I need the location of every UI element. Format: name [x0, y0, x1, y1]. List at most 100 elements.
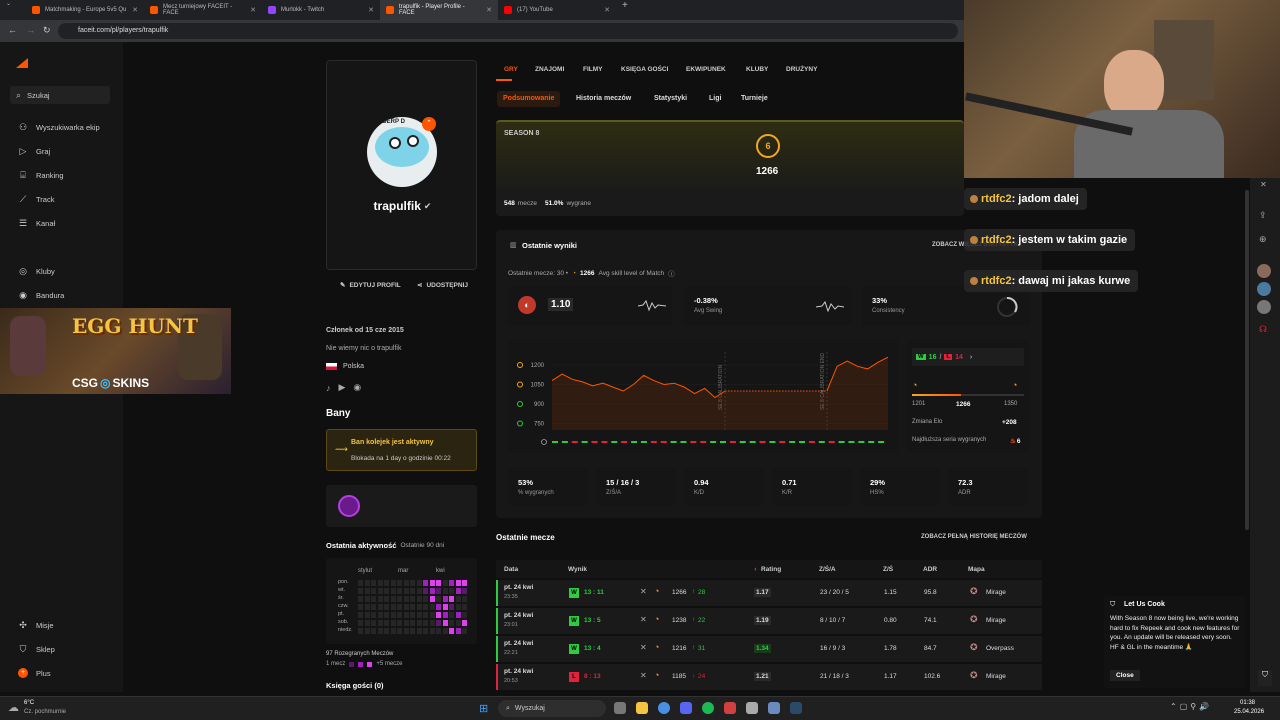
reload-icon[interactable]: ↻ — [43, 25, 51, 36]
chat-badge-icon — [970, 277, 978, 285]
forward-icon[interactable]: → — [26, 25, 35, 35]
taskbar-search[interactable]: ⌕ Wyszukaj — [498, 700, 606, 717]
edit-profile-button[interactable]: ✎ EDYTUJ PROFIL — [340, 281, 401, 290]
result-mark — [631, 441, 638, 443]
panel-add-icon[interactable]: ⊕ — [1259, 234, 1267, 245]
wins-losses-toggle[interactable]: W 16/ L 14 › — [912, 348, 1024, 366]
table-row[interactable]: pt. 24 kwi 23:01 W 13 : 5 ✕ ◔ 1238 ↑ 22 1.19 8 / 1… — [496, 608, 1042, 634]
browser-tab-active[interactable]: trapulfik - Player Profile - FACE ✕ — [380, 0, 498, 20]
sidebar-item-clubs[interactable]: ◎ Kluby — [18, 266, 55, 276]
tab-znajomi[interactable]: ZNAJOMI — [535, 66, 564, 73]
back-icon[interactable]: ← — [8, 25, 17, 35]
sidebar-item-team-finder[interactable]: ⚇ Wyszukiwarka ekip — [18, 122, 100, 132]
youtube-icon[interactable]: ▶ — [339, 382, 346, 393]
browser-tab[interactable]: Matchmaking - Europe 5v5 Qu ✕ — [26, 0, 144, 20]
tab-ekwipunek[interactable]: EKWIPUNEK — [686, 66, 726, 73]
browser-tab[interactable]: (17) YouTube ✕ — [498, 0, 616, 20]
heatmap-cell — [429, 604, 435, 610]
sidebar-search[interactable]: ⌕ Szukaj — [10, 86, 110, 104]
subtab-4[interactable]: Turnieje — [735, 91, 774, 107]
tab-menu-chevron-icon[interactable]: ⌄ — [0, 0, 26, 20]
col-result[interactable]: Wynik — [568, 566, 587, 573]
app-icon[interactable] — [724, 702, 736, 714]
sidebar-item-ranking[interactable]: ⌸ Ranking — [18, 170, 63, 180]
sidebar-item-plus[interactable]: + Plus — [18, 668, 51, 678]
sidebar-item-feed[interactable]: ☰ Kanał — [18, 218, 55, 228]
file-explorer-icon[interactable] — [636, 702, 648, 714]
tab-gry[interactable]: GRY — [504, 66, 518, 73]
page-scrollbar[interactable] — [1245, 190, 1249, 530]
panel-avatar-icon[interactable] — [1257, 282, 1271, 296]
subtab-1[interactable]: Historia meczów — [570, 91, 637, 107]
sidebar-item-club-bandura[interactable]: ◉ Bandura — [18, 290, 64, 300]
steam-icon[interactable]: ◉ — [353, 382, 361, 393]
panel-avatar-icon[interactable] — [1257, 300, 1271, 314]
table-row[interactable]: pt. 24 kwi 20:53 L 8 : 13 ✕ ◔ 1185 ↓ 24 1.21 21 / … — [496, 664, 1042, 690]
match-kd: 1.78 — [884, 645, 897, 652]
windows-start-icon[interactable]: ⊞ — [479, 702, 488, 715]
sidebar-item-missions[interactable]: ✣ Misje — [18, 620, 53, 630]
chat-badge-icon — [970, 195, 978, 203]
app-icon[interactable] — [768, 702, 780, 714]
tiktok-icon[interactable]: ♪ — [326, 383, 331, 393]
badge-icon[interactable] — [338, 495, 360, 517]
discord-icon[interactable] — [680, 702, 692, 714]
sidebar-item-track[interactable]: ⟋ Track — [18, 194, 55, 204]
url-input[interactable]: faceit.com/pl/players/trapulfik — [58, 23, 958, 39]
toast-app-icon[interactable]: ⛉ — [1258, 670, 1272, 686]
tab-kluby[interactable]: KLUBY — [746, 66, 768, 73]
close-tab-icon[interactable]: ✕ — [486, 6, 492, 14]
table-row[interactable]: pt. 24 kwi 23:35 W 13 : 11 ✕ ◔ 1266 ↑ 28 1.17 23 /… — [496, 580, 1042, 606]
heatmap-cell — [429, 588, 435, 594]
col-rating[interactable]: ◐ Rating — [754, 566, 781, 573]
col-map[interactable]: Mapa — [968, 566, 985, 573]
tab-filmy[interactable]: FILMY — [583, 66, 603, 73]
full-history-link[interactable]: ZOBACZ PEŁNĄ HISTORIĘ MECZÓW — [921, 534, 1027, 540]
tab-drużyny[interactable]: DRUŻYNY — [786, 66, 817, 73]
clock-icon — [541, 439, 547, 445]
subtab-2[interactable]: Statystyki — [648, 91, 693, 107]
sidebar-item-shop[interactable]: ⛉ Sklep — [18, 644, 55, 654]
panel-close-icon[interactable]: ✕ — [1260, 180, 1267, 189]
browser-tab[interactable]: Murlokk - Twitch ✕ — [262, 0, 380, 20]
chrome-icon[interactable] — [658, 702, 670, 714]
legend-swatch — [367, 661, 373, 667]
close-tab-icon[interactable]: ✕ — [132, 6, 138, 14]
heatmap-cell — [455, 588, 461, 594]
new-tab-icon[interactable]: + — [616, 0, 636, 20]
headset-icon[interactable]: ☊ — [1259, 324, 1267, 335]
result-mark — [561, 441, 568, 443]
heatmap-cell — [455, 620, 461, 626]
task-view-icon[interactable] — [614, 702, 626, 714]
col-ksa[interactable]: Z/Ś/A — [819, 566, 836, 573]
subtab-0[interactable]: Podsumowanie — [497, 91, 561, 107]
match-ksa: 8 / 10 / 7 — [820, 617, 846, 624]
chat-text: dawaj mi jakas kurwe — [1018, 275, 1131, 287]
tab-księga-gości[interactable]: KSIĘGA GOŚCI — [621, 66, 668, 73]
sidebar-item-play[interactable]: ▷ Graj — [18, 146, 51, 156]
subtab-3[interactable]: Ligi — [703, 91, 727, 107]
result-mark — [818, 441, 825, 443]
col-adr[interactable]: ADR — [923, 566, 937, 573]
panel-avatar-icon[interactable] — [1257, 264, 1271, 278]
close-tab-icon[interactable]: ✕ — [604, 6, 610, 14]
close-tab-icon[interactable]: ✕ — [368, 6, 374, 14]
table-row[interactable]: pt. 24 kwi 22:21 W 13 : 4 ✕ ◔ 1216 ↑ 31 1.34 16 / … — [496, 636, 1042, 662]
elo-delta-icon: ↑ — [692, 644, 696, 651]
faceit-logo-icon[interactable] — [16, 58, 28, 68]
steam-icon[interactable] — [790, 702, 802, 714]
browser-tab[interactable]: Mecz turniejowy FACEIT - FACE ✕ — [144, 0, 262, 20]
heatmap-cell — [397, 604, 402, 610]
app-icon[interactable] — [746, 702, 758, 714]
toast-close-button[interactable]: Close — [1110, 670, 1140, 681]
col-kd[interactable]: Z/Ś — [883, 566, 893, 573]
info-icon[interactable]: ⓘ — [668, 268, 675, 278]
col-date[interactable]: Data — [504, 566, 518, 573]
avatar-illustration — [375, 127, 429, 167]
close-tab-icon[interactable]: ✕ — [250, 6, 256, 14]
panel-share-icon[interactable]: ⇪ — [1259, 210, 1267, 221]
spotify-icon[interactable] — [702, 702, 714, 714]
weather-icon[interactable]: ☁ — [8, 701, 19, 714]
share-button[interactable]: ⋖ UDOSTĘPNIJ — [417, 281, 468, 290]
system-tray-icons[interactable]: ⌃▢⚲🔊 — [1170, 702, 1212, 711]
